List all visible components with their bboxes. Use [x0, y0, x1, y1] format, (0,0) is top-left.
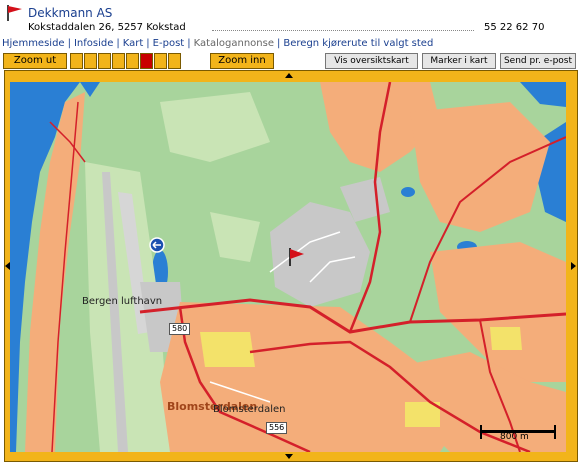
zoom-step-6[interactable]	[140, 53, 153, 69]
zoom-step-4[interactable]	[112, 53, 125, 69]
link-infoside[interactable]: Infoside	[74, 38, 113, 49]
road-number-580: 580	[169, 323, 191, 335]
zoom-step-1[interactable]	[70, 53, 83, 69]
zoom-step-8[interactable]	[168, 53, 181, 69]
map-graphic	[10, 82, 566, 452]
company-header: Dekkmann AS Kokstaddalen 26, 5257 Koksta…	[0, 0, 582, 52]
zoom-step-7[interactable]	[154, 53, 167, 69]
mark-in-map-button[interactable]: Marker i kart	[422, 53, 496, 69]
scale-label: 800 m	[500, 432, 529, 442]
zoom-in-button[interactable]: Zoom inn	[210, 53, 274, 69]
yellow-area-1	[200, 332, 255, 367]
link-beregn-kjorerute[interactable]: Beregn kjørerute til valgt sted	[283, 38, 433, 49]
dot-leader	[212, 30, 474, 31]
flag-icon	[7, 5, 22, 21]
zoom-step-5[interactable]	[126, 53, 139, 69]
nav-links: Hjemmeside | Infoside | Kart | E-post | Kataloga…	[2, 38, 434, 49]
link-hjemmeside[interactable]: Hjemmeside	[2, 38, 65, 49]
company-phone: 55 22 62 70	[484, 22, 545, 33]
lake-right-upper	[520, 82, 566, 107]
map-canvas[interactable]	[10, 82, 566, 452]
road-number-556: 556	[266, 422, 288, 434]
open-area-2	[210, 212, 260, 262]
zoom-step-2[interactable]	[84, 53, 97, 69]
airport-label: Bergen lufthavn	[82, 296, 163, 307]
pan-right-icon[interactable]	[571, 262, 576, 270]
place-label: Blomsterdalen	[213, 404, 286, 415]
send-email-button[interactable]: Send pr. e-post	[500, 53, 576, 69]
pan-down-icon[interactable]	[285, 454, 293, 459]
zoom-out-button[interactable]: Zoom ut	[3, 53, 67, 69]
yellow-area-3	[490, 327, 522, 350]
overview-map-button[interactable]: Vis oversiktskart	[325, 53, 418, 69]
zoom-step-3[interactable]	[98, 53, 111, 69]
link-epost[interactable]: E-post	[153, 38, 185, 49]
open-area-1	[160, 92, 270, 162]
company-address: Kokstaddalen 26, 5257 Kokstad	[28, 22, 186, 33]
pan-up-icon[interactable]	[285, 73, 293, 78]
lake-small-1	[401, 187, 415, 197]
map-toolbar: Zoom ut Zoom inn Vis oversiktskart Marke…	[3, 53, 579, 69]
link-katalogannonse: Katalogannonse	[193, 38, 275, 49]
company-name[interactable]: Dekkmann AS	[28, 6, 112, 20]
residential-east	[410, 102, 550, 232]
link-kart[interactable]: Kart	[123, 38, 144, 49]
